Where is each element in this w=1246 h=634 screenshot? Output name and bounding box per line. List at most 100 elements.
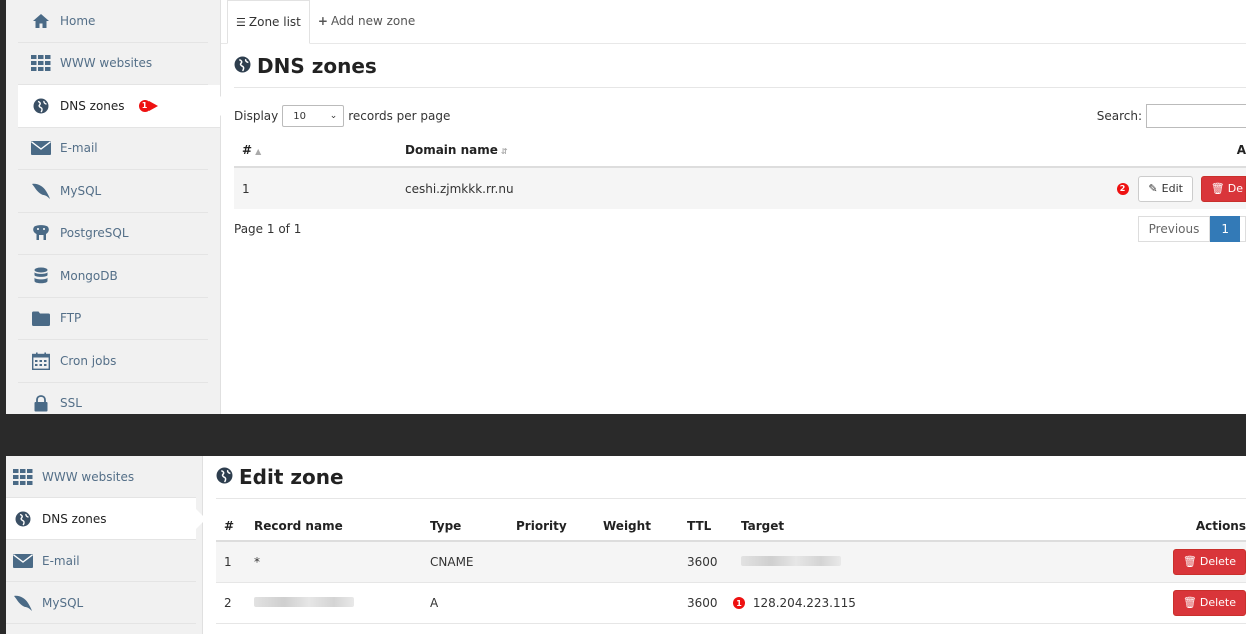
sidebar-item-email[interactable]: E-mail xyxy=(18,128,208,170)
sidebar-item-mysql[interactable]: MySQL xyxy=(18,170,208,213)
main-content: ☰ Zone list + Add new zone DNS zones Dis… xyxy=(221,0,1246,414)
lock-icon xyxy=(30,394,52,412)
column-header-text: Domain name xyxy=(405,142,498,157)
sidebar-item-email[interactable]: E-mail xyxy=(6,540,196,582)
previous-page-button[interactable]: Previous xyxy=(1137,216,1211,242)
cell-record-name xyxy=(246,582,422,624)
sidebar-item-ssl[interactable]: SSL xyxy=(18,383,208,415)
sidebar-item-cron-jobs[interactable]: Cron jobs xyxy=(18,340,208,383)
cell-num: 1 xyxy=(242,181,250,196)
column-header-text: # xyxy=(242,142,253,157)
chevron-down-icon: ⌄ xyxy=(329,111,338,121)
sidebar-item-postgresql[interactable]: PostgreSQL xyxy=(18,213,208,255)
home-icon xyxy=(30,12,52,30)
tab-add-new-zone[interactable]: + Add new zone xyxy=(310,0,423,43)
table-row: 1 ceshi.zjmkkk.rr.nu 2 ✎ Edit 🗑 De xyxy=(234,167,1246,209)
page-info: Page 1 of 1 xyxy=(234,222,302,236)
redacted-record-name xyxy=(254,596,354,607)
step-marker-2: 2 xyxy=(1116,182,1129,195)
sidebar: Home WWW websites DNS zones 1 E-mail MyS… xyxy=(6,0,230,415)
sidebar-item-home[interactable]: Home xyxy=(18,0,208,43)
dns-zones-screen: Home WWW websites DNS zones 1 E-mail MyS… xyxy=(6,0,1246,414)
page-title-text: DNS zones xyxy=(257,53,377,78)
column-header-num[interactable]: # ▲ xyxy=(234,133,397,168)
page-size-select[interactable]: 10 ⌄ xyxy=(282,105,345,127)
edit-button[interactable]: ✎ Edit xyxy=(1138,175,1193,202)
grid-icon xyxy=(30,54,52,72)
globe-icon xyxy=(216,465,233,489)
cell-record-name: * xyxy=(246,541,422,583)
globe-icon xyxy=(12,510,34,528)
pagination-bar: Page 1 of 1 Previous 1 xyxy=(234,209,1246,249)
list-icon: ☰ xyxy=(236,15,246,29)
sidebar-item-label: WWW websites xyxy=(60,56,153,71)
sort-icon: ⇵ xyxy=(500,146,508,156)
tab-label: Add new zone xyxy=(330,14,416,28)
delete-button[interactable]: 🗑 De xyxy=(1200,175,1246,202)
sidebar: WWW websites DNS zones E-mail MySQL xyxy=(6,456,206,634)
tab-label: Zone list xyxy=(248,15,301,29)
column-header-weight: Weight xyxy=(595,511,679,542)
tab-bar: ☰ Zone list + Add new zone xyxy=(221,0,1246,44)
sidebar-item-label: PostgreSQL xyxy=(60,226,129,241)
column-header-text: A xyxy=(1236,142,1246,157)
column-header-record-name: Record name xyxy=(246,511,422,542)
delete-button[interactable]: 🗑 Delete xyxy=(1172,548,1246,575)
globe-icon xyxy=(30,97,52,115)
records-table: # Record name Type Priority Weight TTL T… xyxy=(216,511,1246,624)
sidebar-item-ftp[interactable]: FTP xyxy=(18,298,208,340)
sidebar-item-label: E-mail xyxy=(42,553,80,568)
database-icon xyxy=(30,267,52,285)
cell-priority xyxy=(508,582,595,624)
grid-icon xyxy=(12,468,34,486)
sidebar-item-label: MySQL xyxy=(60,183,102,198)
page-1-button[interactable]: 1 xyxy=(1210,216,1240,242)
column-header-type: Type xyxy=(422,511,508,542)
sidebar-item-mongodb[interactable]: MongoDB xyxy=(18,255,208,298)
sort-asc-icon: ▲ xyxy=(255,146,262,156)
search-label: Search: xyxy=(1096,109,1142,123)
tab-zone-list[interactable]: ☰ Zone list xyxy=(227,0,310,44)
cell-priority xyxy=(508,541,595,583)
sidebar-item-dns-zones[interactable]: DNS zones xyxy=(6,498,206,540)
cell-domain: ceshi.zjmkkk.rr.nu xyxy=(405,181,514,196)
cell-num: 1 xyxy=(216,541,246,583)
title-divider xyxy=(216,498,1246,499)
cell-ttl: 3600 xyxy=(679,582,733,624)
sidebar-item-www-websites[interactable]: WWW websites xyxy=(6,456,196,498)
records-per-page-label: records per page xyxy=(348,109,451,123)
column-header-domain[interactable]: Domain name ⇵ xyxy=(397,133,787,168)
edit-zone-screen: WWW websites DNS zones E-mail MySQL Edit… xyxy=(6,456,1246,634)
cell-target xyxy=(733,541,1042,583)
sidebar-item-mysql[interactable]: MySQL xyxy=(6,582,196,624)
delete-button[interactable]: 🗑 Delete xyxy=(1172,589,1246,616)
plus-icon: + xyxy=(317,14,328,28)
next-page-button[interactable] xyxy=(1240,216,1246,242)
column-header-actions: Actions xyxy=(1042,511,1246,542)
sidebar-item-label: DNS zones xyxy=(60,98,125,113)
page-size-value: 10 xyxy=(293,110,306,122)
column-header-actions: A xyxy=(786,133,1246,168)
main-content: Edit zone # Record name Type Priority We… xyxy=(203,456,1246,634)
dolphin-icon xyxy=(30,182,52,200)
delete-button-label: Delete xyxy=(1199,555,1236,569)
delete-button-label: De xyxy=(1227,182,1243,195)
step-marker-arrow xyxy=(148,100,158,111)
cell-num: 2 xyxy=(216,582,246,624)
envelope-icon xyxy=(30,139,52,157)
sidebar-item-label: SSL xyxy=(60,396,82,411)
elephant-icon xyxy=(30,224,52,242)
trash-icon: 🗑 xyxy=(1210,182,1225,195)
cell-weight xyxy=(595,541,679,583)
sidebar-item-dns-zones[interactable]: DNS zones 1 xyxy=(18,85,230,128)
sidebar-item-www-websites[interactable]: WWW websites xyxy=(18,43,208,85)
cell-actions: 🗑 Delete xyxy=(1042,541,1246,583)
sidebar-item-label: MySQL xyxy=(42,595,84,610)
trash-icon: 🗑 xyxy=(1182,555,1197,569)
globe-icon xyxy=(234,54,251,78)
sidebar-item-label: FTP xyxy=(60,311,82,326)
cell-ttl: 3600 xyxy=(679,541,733,583)
table-controls: Display 10 ⌄ records per page Search: xyxy=(234,99,1246,133)
page-title-text: Edit zone xyxy=(239,465,344,489)
search-input[interactable] xyxy=(1146,104,1246,128)
